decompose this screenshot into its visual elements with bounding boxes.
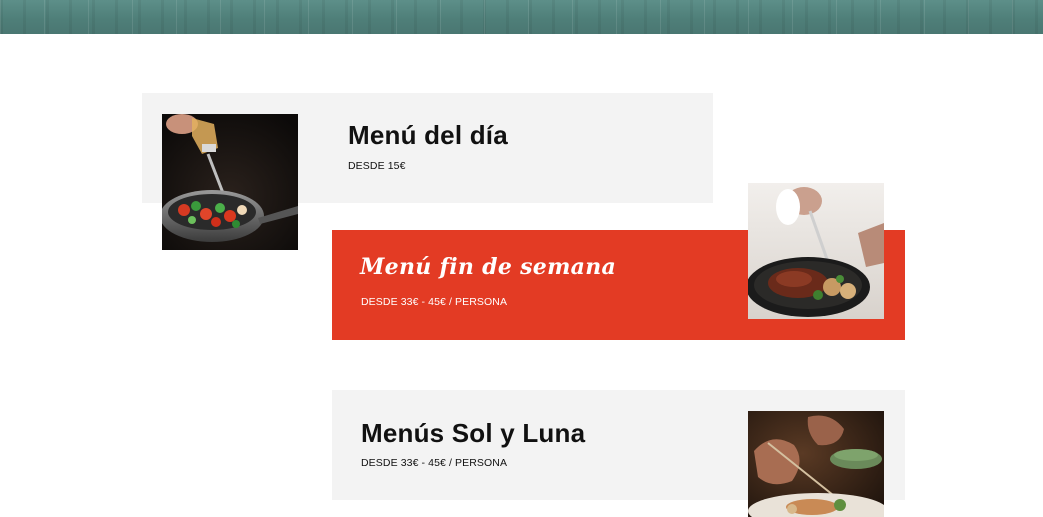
menu-price: DESDE 33€ - 45€ / PERSONA bbox=[361, 296, 508, 308]
menu-title[interactable]: Menús Sol y Luna bbox=[361, 418, 585, 449]
menu-title[interactable]: Menú fin de semana bbox=[360, 254, 616, 280]
menu-title[interactable]: Menú del día bbox=[348, 120, 508, 151]
header-banner bbox=[0, 0, 1043, 34]
stirfry-pan-photo[interactable] bbox=[162, 114, 298, 250]
plated-dish-photo[interactable] bbox=[748, 411, 884, 517]
steak-pan-photo[interactable] bbox=[748, 183, 884, 319]
menu-price: DESDE 15€ bbox=[348, 160, 406, 172]
menu-price: DESDE 33€ - 45€ / PERSONA bbox=[361, 457, 508, 469]
